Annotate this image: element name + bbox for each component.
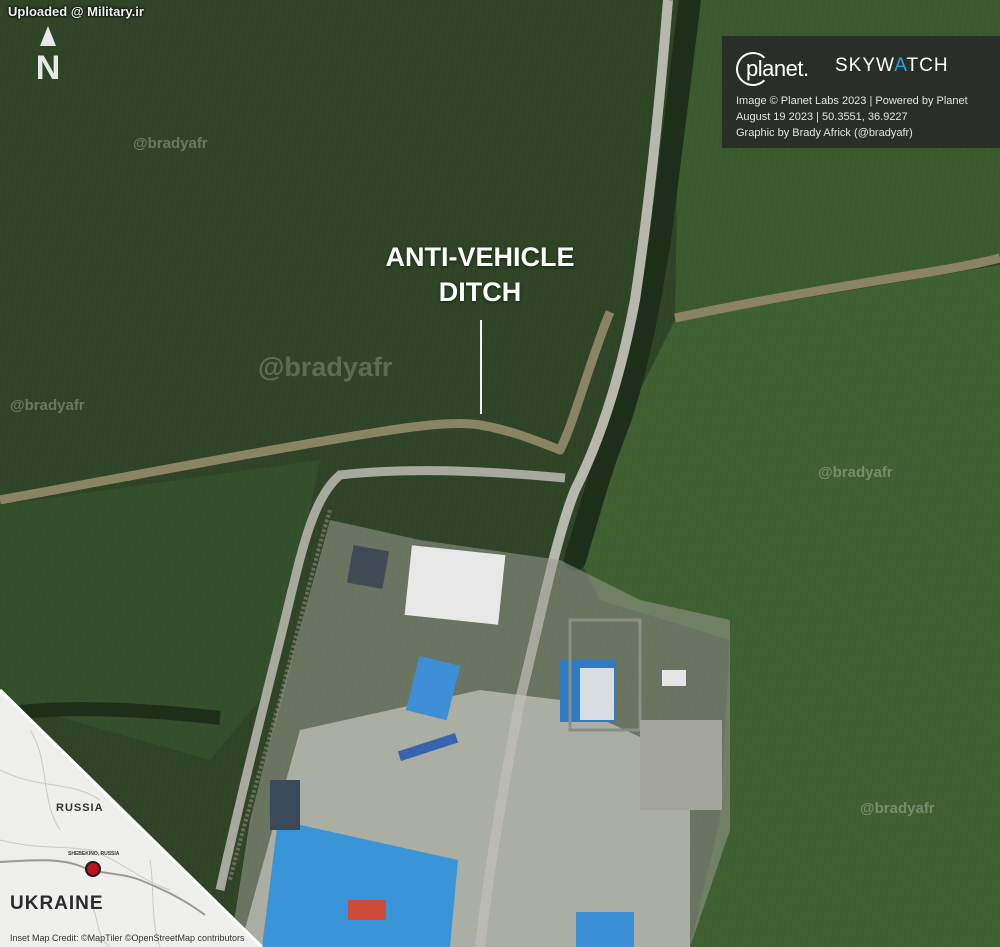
inset-map-credit: Inset Map Credit: ©MapTiler ©OpenStreetM… xyxy=(10,933,245,943)
inset-label-town: SHEBEKINO, RUSSIA xyxy=(68,851,120,857)
annotation-line-1: ANTI-VEHICLE xyxy=(385,242,575,272)
tree-line-south xyxy=(19,702,221,725)
warehouse-white-roof xyxy=(404,545,506,625)
skywatch-logo-post: TCH xyxy=(906,55,949,76)
satellite-map: Uploaded @ Military.ir N @bradyafr @brad… xyxy=(0,0,1000,947)
credit-line-author: Graphic by Brady Africk (@bradyafr) xyxy=(736,127,913,139)
credit-line-date-coords: August 19 2023 | 50.3551, 36.9227 xyxy=(736,111,908,123)
compound-southeast xyxy=(640,720,722,810)
annotation-pointer xyxy=(480,320,482,414)
north-letter: N xyxy=(35,49,61,87)
skywatch-logo: SKYWATCH xyxy=(835,55,949,77)
watermark: @bradyafr xyxy=(860,800,935,817)
building-small xyxy=(346,545,390,589)
inset-label-russia: RUSSIA xyxy=(56,802,104,814)
credit-text: Image © Planet Labs 2023 | Powered by Pl… xyxy=(736,93,968,141)
building-blue-2-roof xyxy=(580,668,614,720)
annotation-label: ANTI-VEHICLE DITCH xyxy=(360,240,600,310)
watermark-large: @bradyafr xyxy=(258,352,393,382)
north-arrow-triangle xyxy=(40,26,56,46)
skywatch-logo-accent: A xyxy=(894,55,907,76)
skywatch-logo-pre: SKYW xyxy=(835,55,895,76)
inset-label-ukraine: UKRAINE xyxy=(10,893,104,914)
planet-logo: planet. xyxy=(736,50,809,88)
terminal-roof-segment xyxy=(270,780,300,830)
north-arrow-icon: N xyxy=(30,26,66,86)
watermark: @bradyafr xyxy=(818,464,893,481)
planet-logo-text: planet. xyxy=(746,56,809,81)
building-blue-south xyxy=(576,912,634,947)
watermark: @bradyafr xyxy=(10,397,85,414)
credit-line-image: Image © Planet Labs 2023 | Powered by Pl… xyxy=(736,95,968,107)
red-roof xyxy=(348,900,386,920)
credit-panel: planet. SKYWATCH Image © Planet Labs 202… xyxy=(722,36,1000,148)
upload-tag: Uploaded @ Military.ir xyxy=(8,4,144,19)
watermark: @bradyafr xyxy=(133,135,208,152)
building-small-2 xyxy=(662,670,686,686)
annotation-line-2: DITCH xyxy=(438,277,522,307)
